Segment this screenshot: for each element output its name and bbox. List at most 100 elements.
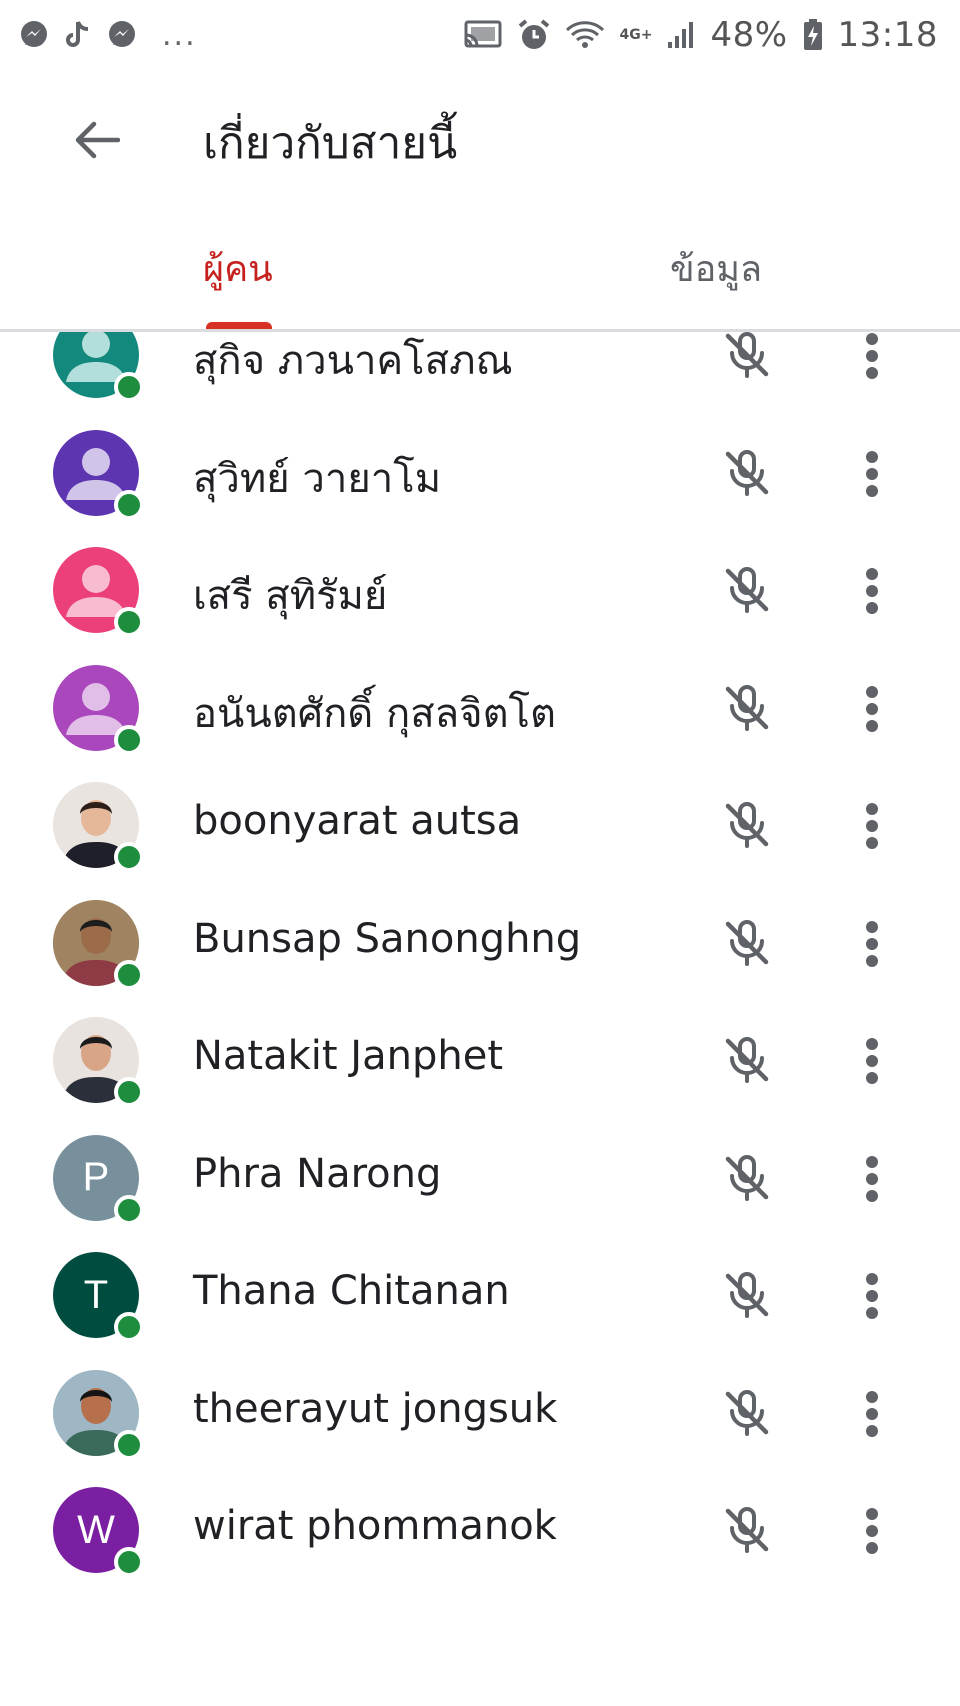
participant-row[interactable]: P Phra Narong [0,1115,960,1243]
more-vert-icon [866,333,878,379]
mic-status-button[interactable] [716,1382,778,1444]
status-bar: ... 4G+ 48% 13:18 [0,0,960,70]
mic-off-icon [725,567,769,613]
avatar-letter: P [82,1155,110,1199]
participant-name: Natakit Janphet [193,1033,503,1079]
arrow-left-icon [75,121,120,159]
app-bar: เกี่ยวกับสายนี้ [0,70,960,210]
online-status-dot [114,842,144,872]
tiktok-icon [64,19,92,51]
cast-icon [463,19,503,51]
more-vert-icon [866,1508,878,1554]
avatar-letter: T [83,1272,109,1317]
more-vert-icon [866,685,878,732]
participant-row[interactable]: อนันตศักดิ์ กุสลจิตโต [0,645,960,773]
status-bar-right: 4G+ 48% 13:18 [463,15,938,55]
battery-charging-icon [802,18,824,52]
mic-off-icon [725,1389,769,1436]
participant-name: boonyarat autsa [193,798,522,844]
avatar [53,429,144,520]
mic-status-button[interactable] [716,1147,778,1209]
participant-row[interactable]: boonyarat autsa [0,762,960,890]
participant-row[interactable]: Natakit Janphet [0,997,960,1125]
more-options-button[interactable] [850,796,894,856]
online-status-dot [114,959,144,990]
mic-off-icon [725,1154,769,1201]
mic-status-button[interactable] [716,677,778,739]
more-options-button[interactable] [850,1266,894,1326]
network-type-label: 4G+ [619,27,653,43]
tab-info[interactable]: ข้อมูล [670,240,762,297]
battery-percent: 48% [710,15,788,55]
mic-status-button[interactable] [716,794,778,856]
mic-off-icon [725,1037,769,1083]
mic-status-button[interactable] [716,1499,778,1561]
more-vert-icon [866,803,878,849]
participant-row[interactable]: เสรี สุทิรัมย์ [0,527,960,655]
avatar: T [53,1252,144,1342]
avatar [53,1017,144,1107]
mic-off-icon [725,1507,769,1553]
participant-row[interactable]: theerayut jongsuk [0,1350,960,1478]
more-options-button[interactable] [850,1384,894,1444]
participant-row[interactable]: Bunsap Sanonghng [0,880,960,1008]
participant-name: wirat phommanok [193,1503,557,1549]
more-vert-icon [866,568,878,614]
mic-off-icon [725,449,769,496]
tab-bar: ผู้คน ข้อมูล [0,210,960,332]
signal-icon [666,20,696,50]
mic-off-icon [725,1272,769,1318]
more-vert-icon [866,450,878,497]
more-options-button[interactable] [850,1149,894,1209]
mic-status-button[interactable] [716,559,778,621]
online-status-dot [114,724,144,755]
messenger-icon [18,19,50,51]
avatar-letter: W [77,1507,115,1552]
more-options-button[interactable] [850,444,894,504]
page-title: เกี่ยวกับสายนี้ [203,118,458,169]
tab-people[interactable]: ผู้คน [203,240,273,297]
mic-status-button[interactable] [716,1029,778,1091]
more-options-button[interactable] [850,1031,894,1091]
avatar [53,1369,144,1460]
online-status-dot [114,1194,144,1225]
avatar: P [53,1134,144,1225]
more-vert-icon [866,1155,878,1202]
more-vert-icon [866,1038,878,1084]
clock: 13:18 [837,15,938,55]
mic-status-button[interactable] [716,442,778,504]
mic-status-button[interactable] [716,332,778,386]
online-status-dot [114,607,144,637]
mic-off-icon [725,919,769,966]
more-vert-icon [866,1273,878,1319]
more-options-button[interactable] [850,1501,894,1561]
status-bar-left: ... [18,18,197,53]
more-options-button[interactable] [850,561,894,621]
avatar [53,664,144,755]
more-options-button[interactable] [850,679,894,739]
avatar [53,332,144,402]
more-vert-icon [866,1390,878,1437]
online-status-dot [114,1312,144,1342]
participant-name: สุวิทย์ วายาโม [193,455,442,502]
avatar [53,899,144,990]
online-status-dot [114,1429,144,1460]
avatar [53,547,144,637]
back-button[interactable] [62,110,132,170]
participant-name: theerayut jongsuk [193,1385,558,1432]
online-status-dot [114,1547,144,1577]
mic-off-icon [725,332,769,378]
alarm-icon [517,18,551,52]
online-status-dot [114,372,144,402]
participant-row[interactable]: สุกิจ ภวนาคโสภณ [0,332,960,420]
more-options-button[interactable] [850,914,894,974]
mic-status-button[interactable] [716,1264,778,1326]
participant-name: สุกิจ ภวนาคโสภณ [193,338,513,384]
participant-row[interactable]: Wwirat phommanok [0,1467,960,1595]
participant-row[interactable]: T Thana Chitanan [0,1232,960,1360]
mic-status-button[interactable] [716,912,778,974]
mic-off-icon [725,684,769,731]
more-options-button[interactable] [850,332,894,386]
more-notifications-icon: ... [162,17,197,53]
participant-row[interactable]: สุวิทย์ วายาโม [0,410,960,538]
